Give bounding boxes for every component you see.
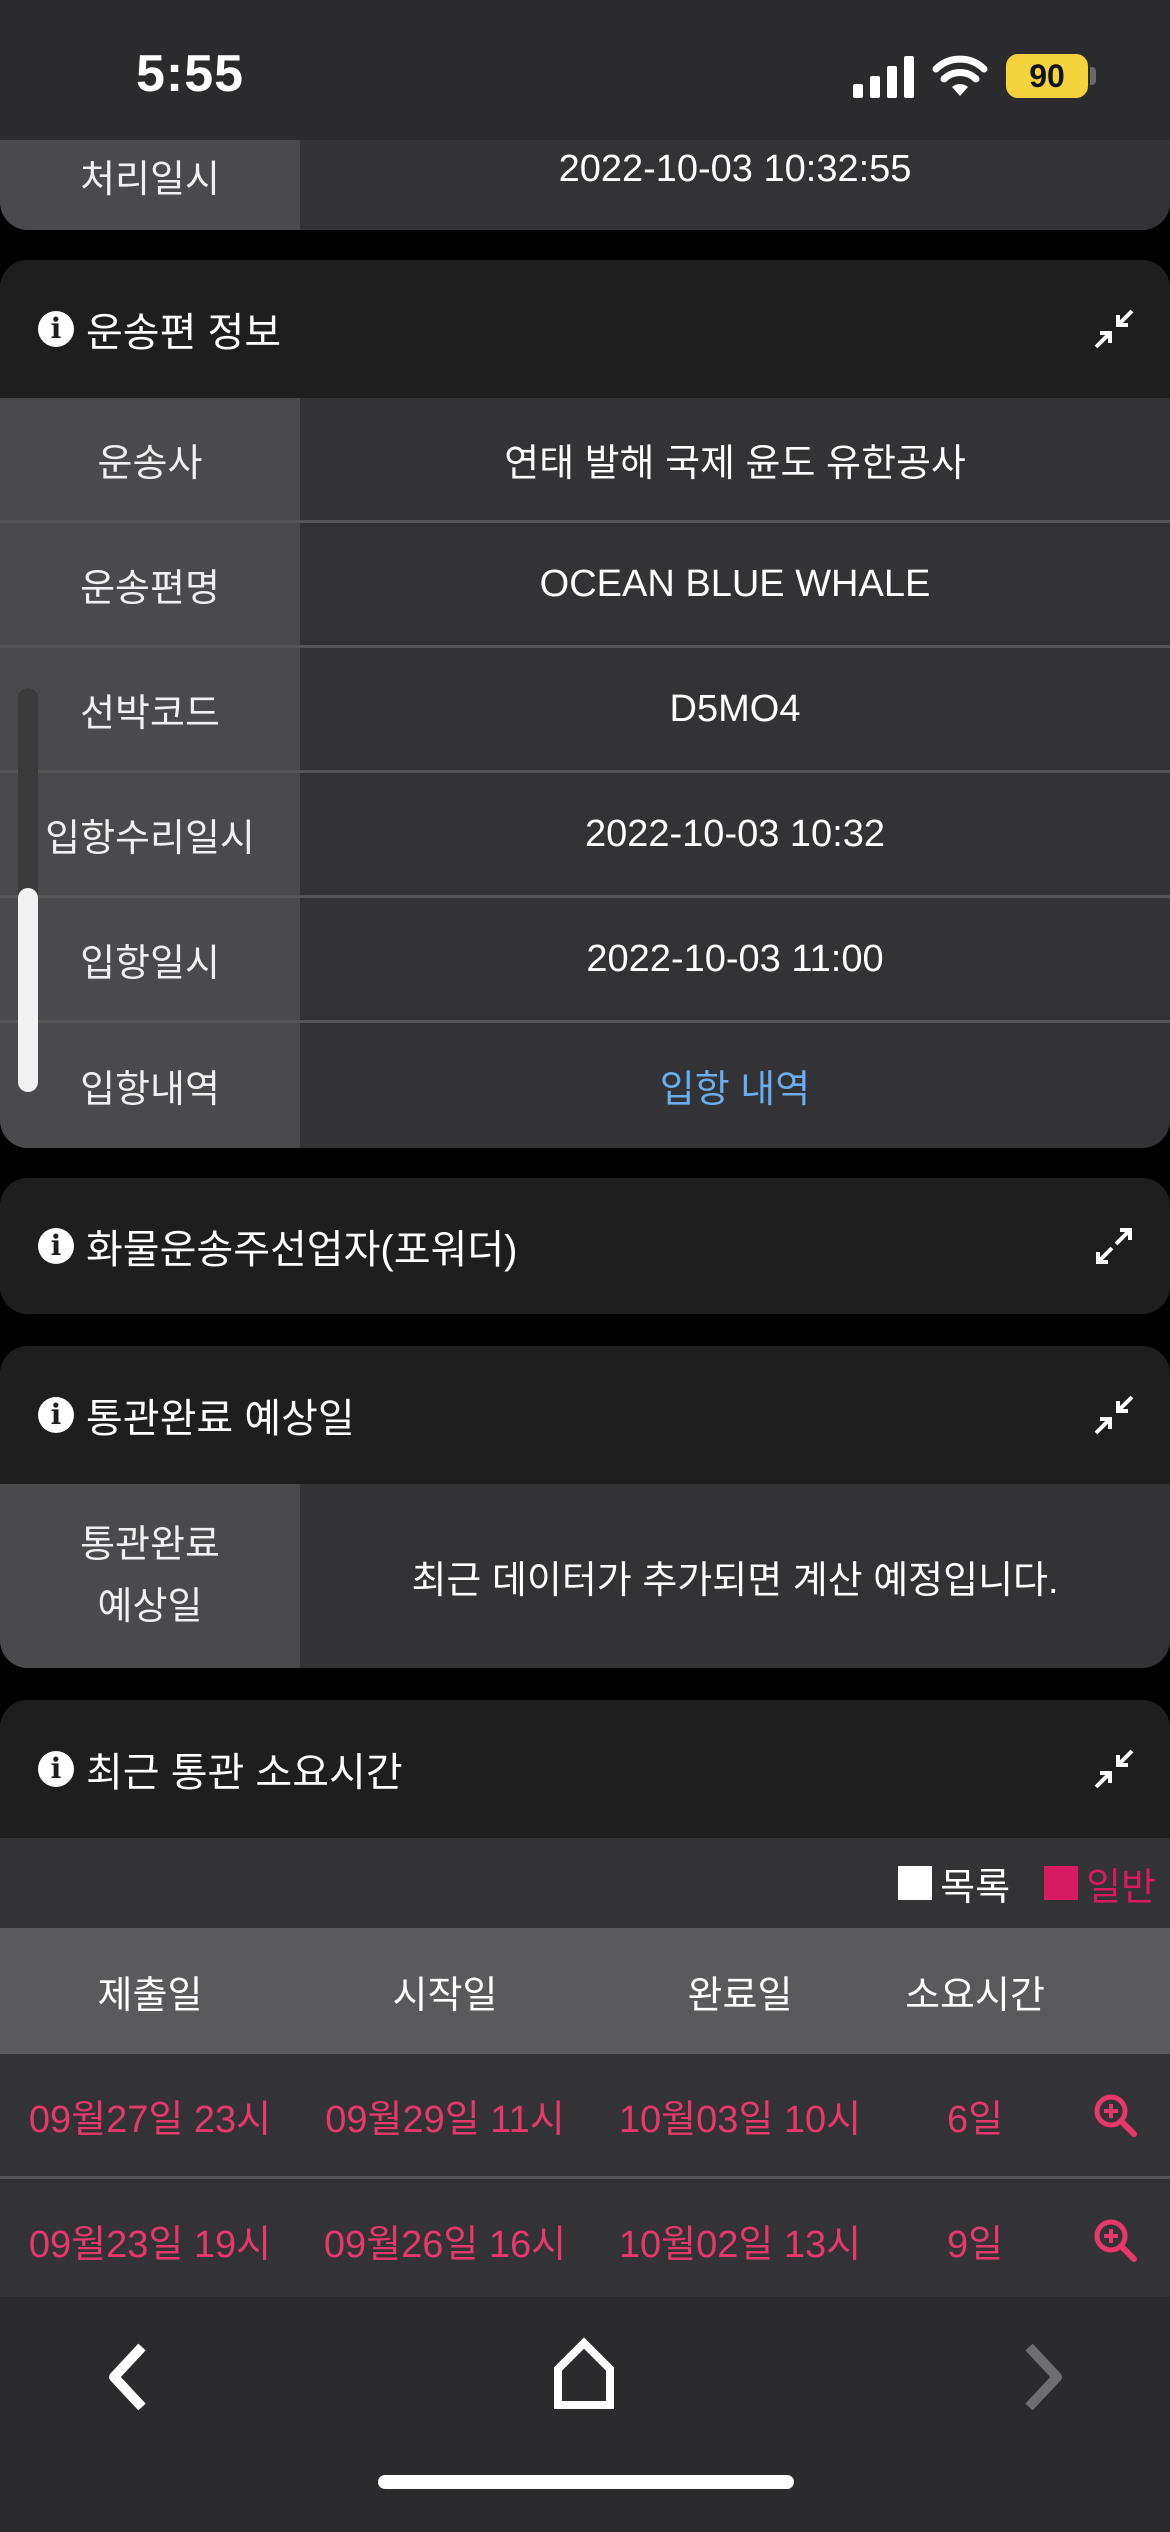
- row-label: 운송사: [0, 398, 300, 520]
- submit-date: 09월27일 23시: [28, 2098, 272, 2141]
- card-title: 운송편 정보: [86, 311, 282, 355]
- table-row: 09월23일 19시 09월26일 16시 10월02일 13시 9일: [0, 2179, 1170, 2304]
- info-row-entry-history: 입항내역 입항 내역: [0, 1023, 1170, 1148]
- legend-swatch: [898, 1866, 933, 1900]
- legend-label: 목록: [940, 1866, 1011, 1909]
- info-row-entry-accept-date: 입항수리일시 2022-10-03 10:32: [0, 773, 1170, 898]
- row-value: 최근 데이터가 추가되면 계산 예정입니다.: [300, 1484, 1170, 1668]
- legend-item-list: 목록: [898, 1856, 1010, 1911]
- status-bar: 5:55 90: [0, 0, 1170, 140]
- eta-row: 통관완료 예상일 최근 데이터가 추가되면 계산 예정입니다.: [0, 1484, 1170, 1668]
- legend-item-general: 일반: [1044, 1856, 1156, 1911]
- row-value: 2022-10-03 11:00: [300, 898, 1170, 1020]
- home-icon[interactable]: [552, 2337, 616, 2411]
- start-date: 09월26일 16시: [323, 2223, 567, 2266]
- zoom-in-icon[interactable]: [1093, 2218, 1137, 2262]
- table-header: 제출일 시작일 완료일 소요시간: [0, 1928, 1170, 2054]
- collapse-icon[interactable]: [1094, 1395, 1134, 1435]
- card-header[interactable]: i 최근 통관 소요시간: [0, 1700, 1170, 1838]
- legend-label: 일반: [1086, 1866, 1156, 1909]
- duration: 9일: [946, 2223, 1004, 2266]
- forwarder-card: i 화물운송주선업자(포워더): [0, 1178, 1170, 1314]
- row-label: 입항일시: [0, 898, 300, 1020]
- row-value: D5MO4: [300, 648, 1170, 770]
- legend-swatch: [1044, 1866, 1079, 1900]
- status-time: 5:55: [136, 45, 245, 103]
- info-row-vessel-name: 운송편명 OCEAN BLUE WHALE: [0, 523, 1170, 648]
- collapse-icon[interactable]: [1094, 309, 1134, 349]
- info-row-ship-code: 선박코드 D5MO4: [0, 648, 1170, 773]
- row-value: 2022-10-03 10:32: [300, 773, 1170, 895]
- home-indicator[interactable]: [378, 2475, 794, 2489]
- forward-chevron-icon[interactable]: [1017, 2337, 1071, 2417]
- card-header[interactable]: i 운송편 정보: [0, 260, 1170, 398]
- row-label: 통관완료 예상일: [0, 1484, 300, 1668]
- card-title: 통관완료 예상일: [86, 1397, 355, 1441]
- info-icon: i: [38, 1228, 74, 1264]
- expand-icon[interactable]: [1094, 1226, 1134, 1266]
- table-row: 09월27일 23시 09월29일 11시 10월03일 10시 6일: [0, 2054, 1170, 2179]
- row-label-line: 통관완료: [80, 1524, 220, 1566]
- info-row-carrier: 운송사 연태 발해 국제 윤도 유한공사: [0, 398, 1170, 523]
- entry-history-link[interactable]: 입항 내역: [300, 1023, 1170, 1148]
- column-header: 소요시간: [905, 1974, 1045, 2017]
- row-label: 입항수리일시: [0, 773, 300, 895]
- column-header: 제출일: [97, 1974, 203, 2017]
- column-header: 완료일: [687, 1974, 793, 2017]
- info-icon: i: [38, 311, 74, 347]
- card-header[interactable]: i 통관완료 예상일: [0, 1346, 1170, 1484]
- legend: 목록 일반: [0, 1838, 1170, 1928]
- start-date: 09월29일 11시: [325, 2098, 565, 2141]
- clearance-eta-card: i 통관완료 예상일 통관완료 예상일 최근 데이터가 추가되면 계산 예정입니…: [0, 1346, 1170, 1668]
- cellular-signal-icon: [853, 56, 914, 98]
- card-title: 최근 통관 소요시간: [86, 1751, 403, 1795]
- row-label: 운송편명: [0, 523, 300, 645]
- wifi-icon: [932, 55, 988, 96]
- row-label-line: 예상일: [97, 1586, 203, 1628]
- done-date: 10월02일 13시: [618, 2223, 862, 2266]
- battery-tip: [1090, 67, 1096, 85]
- card-header[interactable]: i 화물운송주선업자(포워더): [0, 1178, 1170, 1314]
- back-chevron-icon[interactable]: [100, 2337, 154, 2417]
- recent-clearance-card: i 최근 통관 소요시간 목록 일반 제출일 시작일 완료일 소요시간 09월2…: [0, 1700, 1170, 2340]
- card-title: 화물운송주선업자(포워더): [86, 1228, 518, 1272]
- column-header: 시작일: [392, 1974, 498, 2017]
- info-icon: i: [38, 1397, 74, 1433]
- collapse-icon[interactable]: [1094, 1749, 1134, 1789]
- scroll-thumb[interactable]: [18, 888, 38, 1092]
- zoom-cell[interactable]: [1060, 2093, 1170, 2137]
- info-row-entry-date: 입항일시 2022-10-03 11:00: [0, 898, 1170, 1023]
- scroll-track[interactable]: [18, 688, 38, 1092]
- row-label: 선박코드: [0, 648, 300, 770]
- row-label: 입항내역: [0, 1023, 300, 1148]
- duration: 6일: [946, 2098, 1004, 2141]
- zoom-in-icon[interactable]: [1093, 2093, 1137, 2137]
- bottom-navigation: [0, 2297, 1170, 2532]
- info-icon: i: [38, 1751, 74, 1787]
- row-value: OCEAN BLUE WHALE: [300, 523, 1170, 645]
- zoom-cell[interactable]: [1060, 2218, 1170, 2262]
- done-date: 10월03일 10시: [618, 2098, 862, 2141]
- submit-date: 09월23일 19시: [28, 2223, 272, 2266]
- vessel-info-card: i 운송편 정보 운송사 연태 발해 국제 윤도 유한공사 운송편명 OCEAN…: [0, 260, 1170, 1148]
- battery-indicator: 90: [1006, 54, 1088, 98]
- row-value: 연태 발해 국제 윤도 유한공사: [300, 398, 1170, 520]
